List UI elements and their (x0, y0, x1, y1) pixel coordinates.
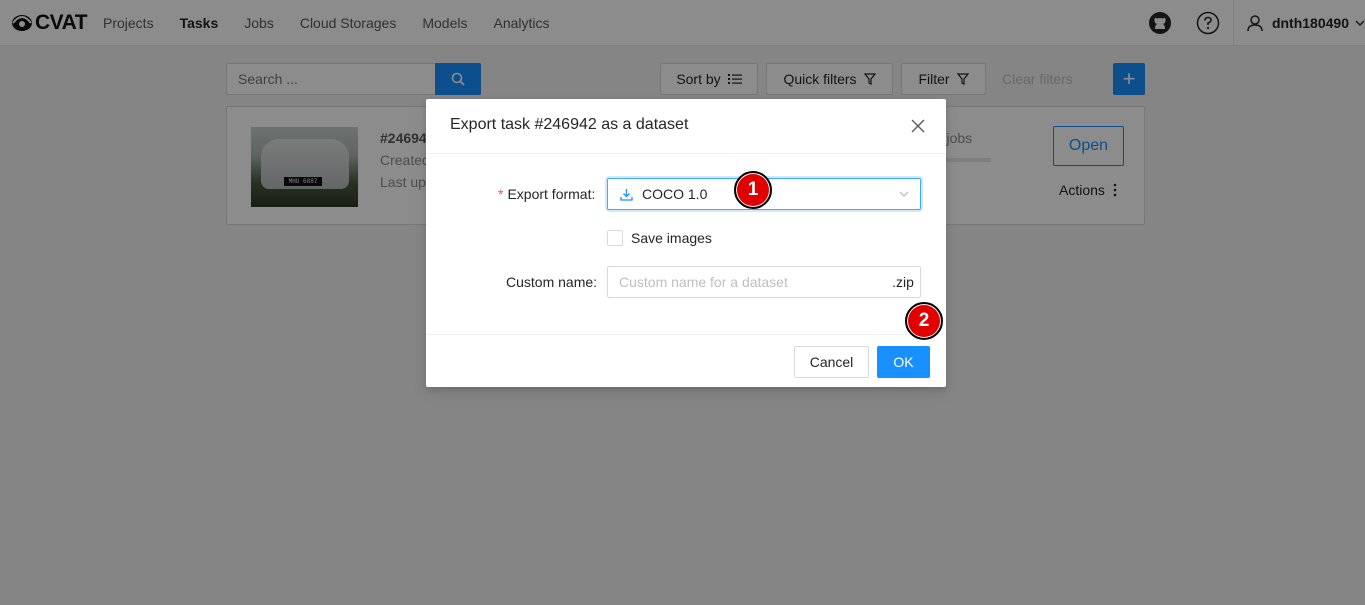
ok-button[interactable]: OK (877, 346, 930, 378)
close-icon[interactable] (908, 116, 928, 136)
step-marker-1: 1 (734, 171, 772, 209)
save-images-label[interactable]: Save images (631, 230, 712, 246)
export-format-label: * Export format: (498, 186, 596, 202)
chevron-down-icon (899, 191, 909, 197)
export-format-value: COCO 1.0 (642, 186, 708, 202)
modal-header: Export task #246942 as a dataset (426, 99, 946, 154)
modal-title: Export task #246942 as a dataset (450, 116, 689, 133)
cancel-button[interactable]: Cancel (794, 346, 869, 378)
export-dataset-modal: Export task #246942 as a dataset * Export… (426, 99, 946, 387)
save-images-checkbox[interactable] (607, 230, 623, 246)
step-marker-2: 2 (905, 302, 943, 340)
zip-suffix: .zip (886, 266, 921, 298)
required-marker: * (498, 186, 504, 202)
download-icon (620, 188, 633, 201)
custom-name-input[interactable] (607, 266, 887, 298)
custom-name-label: Custom name: (506, 274, 598, 290)
modal-footer: Cancel OK (426, 334, 946, 387)
